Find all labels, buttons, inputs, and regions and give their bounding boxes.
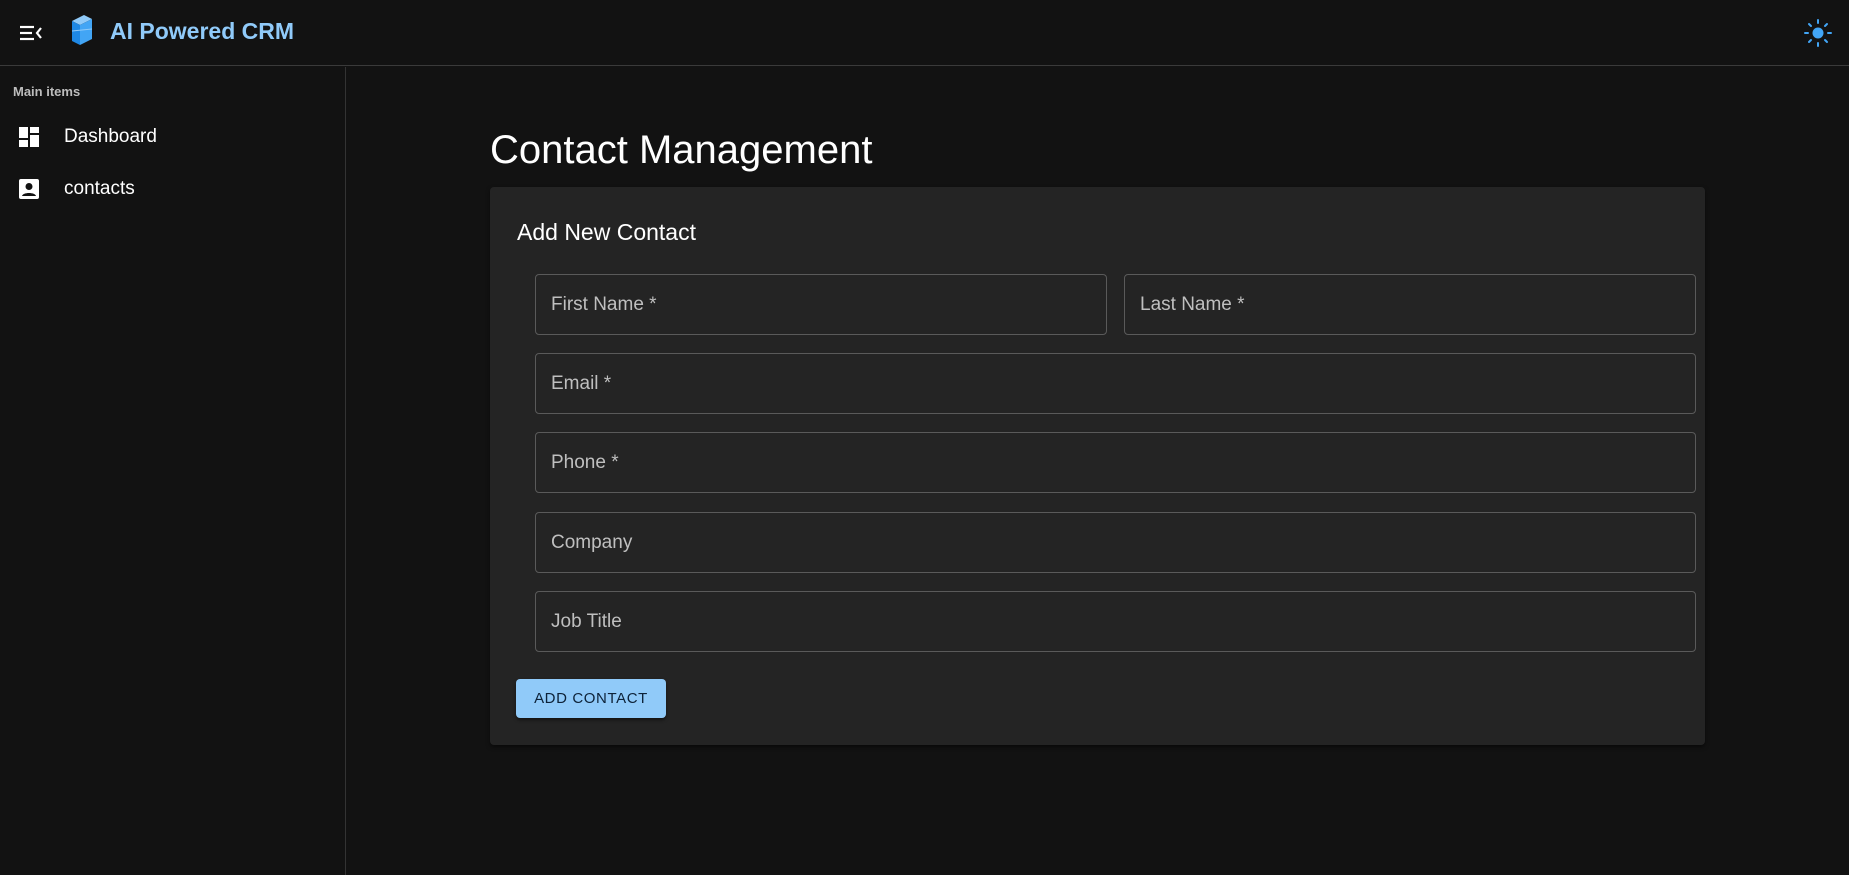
company-input[interactable]: Company bbox=[535, 512, 1696, 573]
field-label: Company bbox=[551, 532, 633, 553]
field-label: Last Name * bbox=[1140, 294, 1245, 315]
phone-input[interactable]: Phone * bbox=[535, 432, 1696, 493]
sidebar-item-contacts[interactable]: contacts bbox=[0, 164, 345, 214]
sidebar-item-label: contacts bbox=[64, 178, 135, 199]
menu-open-icon bbox=[20, 25, 42, 41]
form-title: Add New Contact bbox=[517, 219, 696, 245]
field-label: Phone * bbox=[551, 452, 619, 473]
add-contact-button[interactable]: ADD CONTACT bbox=[516, 679, 666, 718]
theme-toggle-button[interactable] bbox=[1801, 16, 1835, 50]
app-header: AI Powered CRM bbox=[0, 0, 1849, 66]
field-label: First Name * bbox=[551, 294, 657, 315]
app-title: AI Powered CRM bbox=[110, 18, 295, 44]
sidebar-item-dashboard[interactable]: Dashboard bbox=[0, 112, 345, 162]
logo-icon bbox=[68, 13, 96, 52]
sun-icon bbox=[1804, 19, 1832, 47]
sidebar-section-label: Main items bbox=[13, 84, 81, 99]
job-title-input[interactable]: Job Title bbox=[535, 591, 1696, 652]
last-name-input[interactable]: Last Name * bbox=[1124, 274, 1696, 335]
sidebar: Main items Dashboard contacts bbox=[0, 67, 346, 875]
page-title: Contact Management bbox=[490, 128, 873, 172]
field-label: Job Title bbox=[551, 611, 622, 632]
field-label: Email * bbox=[551, 373, 612, 394]
dashboard-icon bbox=[19, 127, 39, 147]
email-input[interactable]: Email * bbox=[535, 353, 1696, 414]
first-name-input[interactable]: First Name * bbox=[535, 274, 1107, 335]
sidebar-item-label: Dashboard bbox=[64, 126, 157, 147]
contact-icon bbox=[19, 179, 39, 199]
add-contact-card: Add New Contact First Name * Last Name *… bbox=[490, 187, 1705, 745]
menu-collapse-button[interactable] bbox=[16, 18, 46, 48]
